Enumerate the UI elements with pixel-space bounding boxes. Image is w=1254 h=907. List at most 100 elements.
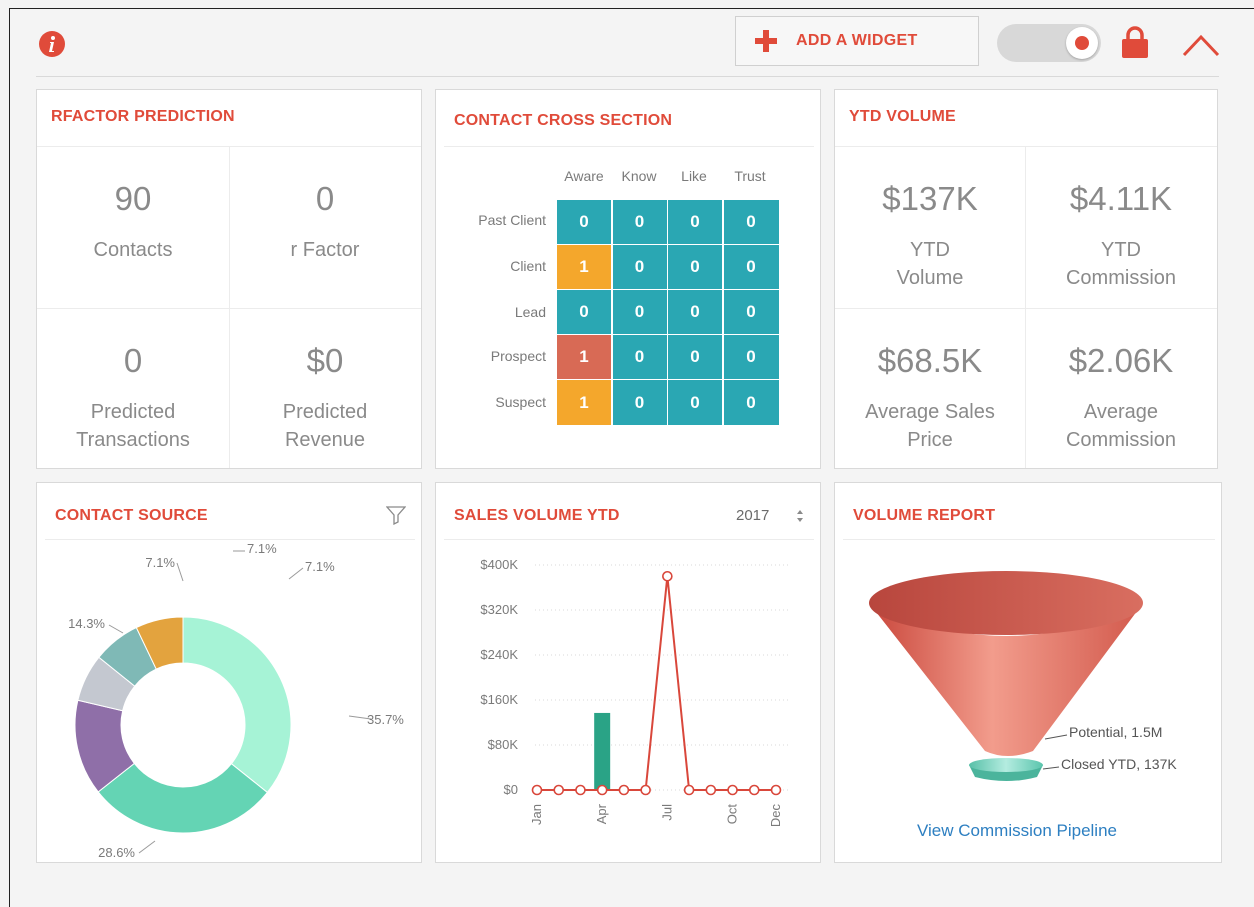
- predicted-revenue-label: Predicted Revenue: [282, 401, 368, 451]
- card-title: VOLUME REPORT: [853, 507, 996, 524]
- slice-label: 7.1%: [145, 555, 175, 570]
- matrix-cell[interactable]: 1: [557, 335, 612, 380]
- sales-volume-chart: $0 $80K $160K $240K $320K $400K Jan Apr Jul Oct De…: [480, 557, 790, 828]
- column-header-know: Know: [621, 168, 657, 184]
- matrix-cell[interactable]: 0: [723, 290, 779, 335]
- line-series: [537, 576, 776, 791]
- ytd-volume-value: $137K: [882, 180, 978, 217]
- card-title: RFACTOR PREDICTION: [51, 108, 235, 125]
- funnel-top: [869, 571, 1143, 635]
- funnel-label: Closed YTD, 137K: [1061, 756, 1177, 772]
- matrix-cell[interactable]: 0: [723, 380, 779, 425]
- info-icon[interactable]: [39, 31, 65, 57]
- matrix-cell[interactable]: 0: [668, 380, 723, 425]
- contacts-label: Contacts: [93, 239, 173, 261]
- line-point[interactable]: [618, 784, 630, 796]
- rfactor-prediction-card: RFACTOR PREDICTION 90 Contacts 0 r Facto…: [36, 89, 422, 469]
- line-point[interactable]: [705, 784, 717, 796]
- bar[interactable]: [594, 712, 611, 790]
- slice-label-leader: [138, 840, 156, 854]
- matrix-cell[interactable]: 0: [668, 290, 723, 335]
- column-header-aware: Aware: [564, 168, 604, 184]
- slice-label: 7.1%: [247, 541, 277, 556]
- slice-label: 14.3%: [68, 616, 105, 631]
- line-point[interactable]: [683, 784, 695, 796]
- donut-slice[interactable]: [182, 616, 292, 794]
- r-factor-value: 0: [315, 180, 335, 217]
- divider: [444, 539, 814, 540]
- y-tick-label: $320K: [480, 602, 518, 617]
- matrix-cell[interactable]: 0: [723, 245, 779, 290]
- filter-icon[interactable]: [386, 505, 406, 525]
- matrix-cell[interactable]: 1: [557, 380, 612, 425]
- x-tick-label: Oct: [725, 804, 740, 825]
- year-select[interactable]: 2017: [736, 507, 804, 524]
- divider: [45, 539, 415, 540]
- matrix-cell[interactable]: 1: [557, 245, 612, 290]
- predicted-revenue-value: $0: [306, 342, 344, 379]
- record-toggle[interactable]: [997, 24, 1101, 62]
- volume-report-card: VOLUME REPORT Potential, 1.5M Closed YTD,…: [834, 482, 1222, 863]
- line-point[interactable]: [770, 784, 782, 796]
- matrix-cell[interactable]: 0: [612, 290, 668, 335]
- predicted-transactions-value: 0: [123, 342, 143, 379]
- matrix-cell[interactable]: 0: [557, 200, 612, 245]
- column-header-trust: Trust: [734, 168, 766, 184]
- slice-label: 7.1%: [305, 559, 335, 574]
- matrix-cell[interactable]: 0: [668, 245, 723, 290]
- line-point[interactable]: [662, 570, 673, 582]
- x-tick-label: Dec: [768, 804, 783, 828]
- column-header-like: Like: [681, 168, 707, 184]
- funnel-label-leader: [1042, 766, 1060, 770]
- line-point[interactable]: [596, 784, 608, 796]
- plus-icon: [736, 30, 796, 52]
- matrix-cell[interactable]: 0: [612, 380, 668, 425]
- line-point[interactable]: [531, 784, 543, 796]
- y-tick-label: $80K: [488, 737, 519, 752]
- matrix-cell[interactable]: 0: [612, 200, 668, 245]
- card-title: CONTACT SOURCE: [55, 507, 208, 524]
- y-tick-label: $240K: [480, 647, 518, 662]
- y-tick-label: $400K: [480, 557, 518, 572]
- sales-volume-ytd-card: SALES VOLUME YTD 2017 $0 $80K $160K $240K $3…: [435, 482, 821, 863]
- toggle-knob: [1066, 27, 1098, 59]
- chevron-up-icon[interactable]: [1182, 33, 1220, 57]
- add-widget-label: ADD A WIDGET: [796, 32, 918, 49]
- line-point[interactable]: [727, 784, 738, 796]
- card-title: CONTACT CROSS SECTION: [454, 112, 673, 129]
- slice-label-leader: [108, 624, 124, 634]
- line-point[interactable]: [748, 784, 760, 796]
- lock-icon[interactable]: [1121, 26, 1149, 58]
- matrix-cell[interactable]: 0: [668, 200, 723, 245]
- line-point[interactable]: [575, 784, 586, 796]
- add-widget-button[interactable]: ADD A WIDGET: [735, 16, 979, 66]
- x-tick-label: Jul: [659, 804, 674, 821]
- contact-cross-section-card: CONTACT CROSS SECTION Aware Know Like Tr…: [435, 89, 821, 469]
- slice-label-leader: [176, 562, 184, 582]
- contacts-value: 90: [114, 180, 152, 217]
- matrix-cell[interactable]: 0: [612, 245, 668, 290]
- matrix-cell[interactable]: 0: [723, 200, 779, 245]
- average-sales-price-label: Average Sales Price: [865, 401, 995, 451]
- row-label-suspect: Suspect: [495, 394, 546, 410]
- matrix-cell[interactable]: 0: [612, 335, 668, 380]
- matrix-cell[interactable]: 0: [723, 335, 779, 380]
- matrix-cell[interactable]: 0: [557, 290, 612, 335]
- funnel-closed-top: [969, 758, 1043, 772]
- row-label-client: Client: [510, 258, 546, 274]
- donut-slice[interactable]: [97, 762, 269, 834]
- contact-source-card: CONTACT SOURCE 35.7% 28.6% 14.3% 7.1% 7.1% 7.…: [36, 482, 422, 863]
- divider: [843, 539, 1215, 540]
- line-point[interactable]: [553, 784, 565, 796]
- line-point[interactable]: [640, 784, 651, 796]
- toolbar-divider: [36, 76, 1219, 77]
- divider: [835, 146, 1217, 147]
- average-sales-price-value: $68.5K: [877, 342, 983, 379]
- view-commission-pipeline-link[interactable]: View Commission Pipeline: [917, 821, 1117, 841]
- ytd-commission-label: YTD Commission: [1065, 239, 1177, 289]
- funnel-label: Potential, 1.5M: [1069, 724, 1162, 740]
- matrix-cell[interactable]: 0: [668, 335, 723, 380]
- ytd-commission-value: $4.11K: [1069, 180, 1173, 217]
- slice-label-leader: [288, 567, 304, 580]
- x-tick-label: Jan: [529, 804, 544, 825]
